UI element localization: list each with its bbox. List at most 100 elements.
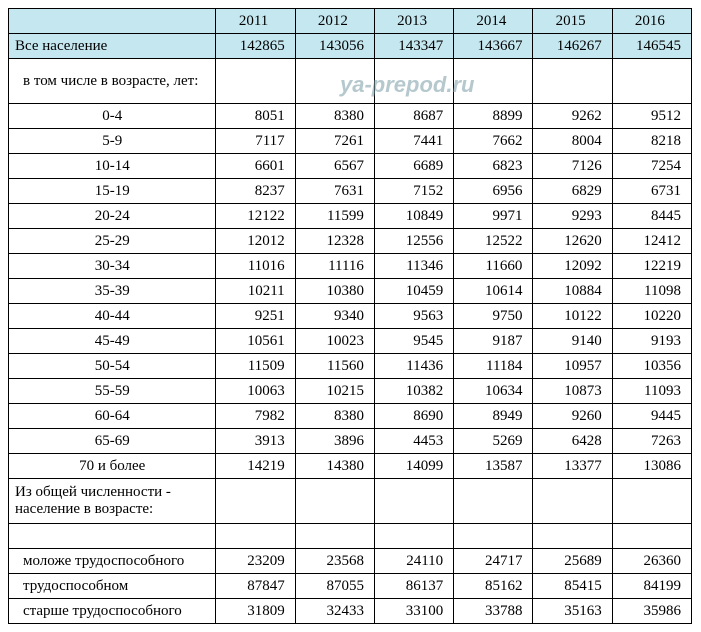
age-row-label: 45-49 <box>9 329 216 354</box>
age-row-val-11-1: 10215 <box>295 379 374 404</box>
group-row-val-2-3: 33788 <box>454 599 533 624</box>
age-row-val-13-5: 7263 <box>612 429 691 454</box>
age-row-val-8-2: 9563 <box>374 304 453 329</box>
age-row-val-11-0: 10063 <box>216 379 295 404</box>
age-row-val-0-0: 8051 <box>216 104 295 129</box>
age-row-label: 35-39 <box>9 279 216 304</box>
age-row-val-14-5: 13086 <box>612 454 691 479</box>
year-header-row: 201120122013201420152016 <box>9 9 692 34</box>
group-row-label: моложе трудоспособного <box>9 549 216 574</box>
age-row-val-8-5: 10220 <box>612 304 691 329</box>
age-header-blank-1 <box>295 59 374 104</box>
age-row-val-14-2: 14099 <box>374 454 453 479</box>
age-row-val-8-4: 10122 <box>533 304 612 329</box>
group-header-blank-3 <box>454 479 533 524</box>
age-row-val-6-3: 11660 <box>454 254 533 279</box>
total-val-2: 143347 <box>374 34 453 59</box>
age-row-val-6-0: 11016 <box>216 254 295 279</box>
age-row: 20-24121221159910849997192938445 <box>9 204 692 229</box>
age-row-val-3-0: 8237 <box>216 179 295 204</box>
age-row-val-11-4: 10873 <box>533 379 612 404</box>
total-val-4: 146267 <box>533 34 612 59</box>
age-row-val-10-4: 10957 <box>533 354 612 379</box>
age-row: 0-4805183808687889992629512 <box>9 104 692 129</box>
age-row-val-10-1: 11560 <box>295 354 374 379</box>
age-row-val-8-0: 9251 <box>216 304 295 329</box>
age-row: 60-64798283808690894992609445 <box>9 404 692 429</box>
group-row-label: старше трудоспособного <box>9 599 216 624</box>
spacer-val-3 <box>454 524 533 549</box>
group-header-blank-1 <box>295 479 374 524</box>
age-row-val-7-0: 10211 <box>216 279 295 304</box>
total-val-3: 143667 <box>454 34 533 59</box>
age-row-val-9-2: 9545 <box>374 329 453 354</box>
age-row-val-12-3: 8949 <box>454 404 533 429</box>
age-row-val-7-2: 10459 <box>374 279 453 304</box>
age-row-val-12-2: 8690 <box>374 404 453 429</box>
age-row: 55-59100631021510382106341087311093 <box>9 379 692 404</box>
group-header-blank-5 <box>612 479 691 524</box>
age-row-val-4-2: 10849 <box>374 204 453 229</box>
age-row: 30-34110161111611346116601209212219 <box>9 254 692 279</box>
population-table: 201120122013201420152016Все население142… <box>8 8 692 624</box>
age-row-val-2-1: 6567 <box>295 154 374 179</box>
total-val-1: 143056 <box>295 34 374 59</box>
age-row: 50-54115091156011436111841095710356 <box>9 354 692 379</box>
age-row: 40-4492519340956397501012210220 <box>9 304 692 329</box>
spacer-val-5 <box>612 524 691 549</box>
group-row-val-0-0: 23209 <box>216 549 295 574</box>
age-row-label: 15-19 <box>9 179 216 204</box>
age-row-val-7-4: 10884 <box>533 279 612 304</box>
age-row-label: 10-14 <box>9 154 216 179</box>
age-row-val-1-4: 8004 <box>533 129 612 154</box>
total-val-5: 146545 <box>612 34 691 59</box>
age-row-val-6-5: 12219 <box>612 254 691 279</box>
year-header-4: 2015 <box>533 9 612 34</box>
total-val-0: 142865 <box>216 34 295 59</box>
age-row-val-13-2: 4453 <box>374 429 453 454</box>
spacer-row <box>9 524 692 549</box>
age-row-val-4-4: 9293 <box>533 204 612 229</box>
age-row-val-14-3: 13587 <box>454 454 533 479</box>
group-header-label: Из общей численности - население в возра… <box>9 479 216 524</box>
age-row-val-14-4: 13377 <box>533 454 612 479</box>
group-row-val-2-0: 31809 <box>216 599 295 624</box>
group-row-val-0-1: 23568 <box>295 549 374 574</box>
total-row: Все население142865143056143347143667146… <box>9 34 692 59</box>
year-header-3: 2014 <box>454 9 533 34</box>
age-row-val-1-1: 7261 <box>295 129 374 154</box>
age-row-val-9-5: 9193 <box>612 329 691 354</box>
group-row-val-1-5: 84199 <box>612 574 691 599</box>
age-row-val-8-3: 9750 <box>454 304 533 329</box>
age-row-val-3-2: 7152 <box>374 179 453 204</box>
age-row-val-8-1: 9340 <box>295 304 374 329</box>
age-row-label: 65-69 <box>9 429 216 454</box>
group-row: старше трудоспособного318093243333100337… <box>9 599 692 624</box>
age-row: 65-69391338964453526964287263 <box>9 429 692 454</box>
age-row-val-13-4: 6428 <box>533 429 612 454</box>
group-header-blank-4 <box>533 479 612 524</box>
age-row-val-7-1: 10380 <box>295 279 374 304</box>
age-row-val-0-3: 8899 <box>454 104 533 129</box>
spacer-label <box>9 524 216 549</box>
group-row-val-1-2: 86137 <box>374 574 453 599</box>
age-row-val-5-1: 12328 <box>295 229 374 254</box>
age-header-row: в том числе в возрасте, лет: <box>9 59 692 104</box>
group-row-val-1-1: 87055 <box>295 574 374 599</box>
blank-header <box>9 9 216 34</box>
age-row-val-11-2: 10382 <box>374 379 453 404</box>
year-header-2: 2013 <box>374 9 453 34</box>
age-row-label: 5-9 <box>9 129 216 154</box>
year-header-0: 2011 <box>216 9 295 34</box>
age-row-val-2-0: 6601 <box>216 154 295 179</box>
age-row-label: 60-64 <box>9 404 216 429</box>
group-row-val-1-0: 87847 <box>216 574 295 599</box>
group-header-row: Из общей численности - население в возра… <box>9 479 692 524</box>
age-row: 70 и более142191438014099135871337713086 <box>9 454 692 479</box>
age-row-val-5-4: 12620 <box>533 229 612 254</box>
age-row-val-0-2: 8687 <box>374 104 453 129</box>
age-row-val-2-4: 7126 <box>533 154 612 179</box>
age-row-val-0-4: 9262 <box>533 104 612 129</box>
age-row-val-10-2: 11436 <box>374 354 453 379</box>
group-row-val-2-2: 33100 <box>374 599 453 624</box>
